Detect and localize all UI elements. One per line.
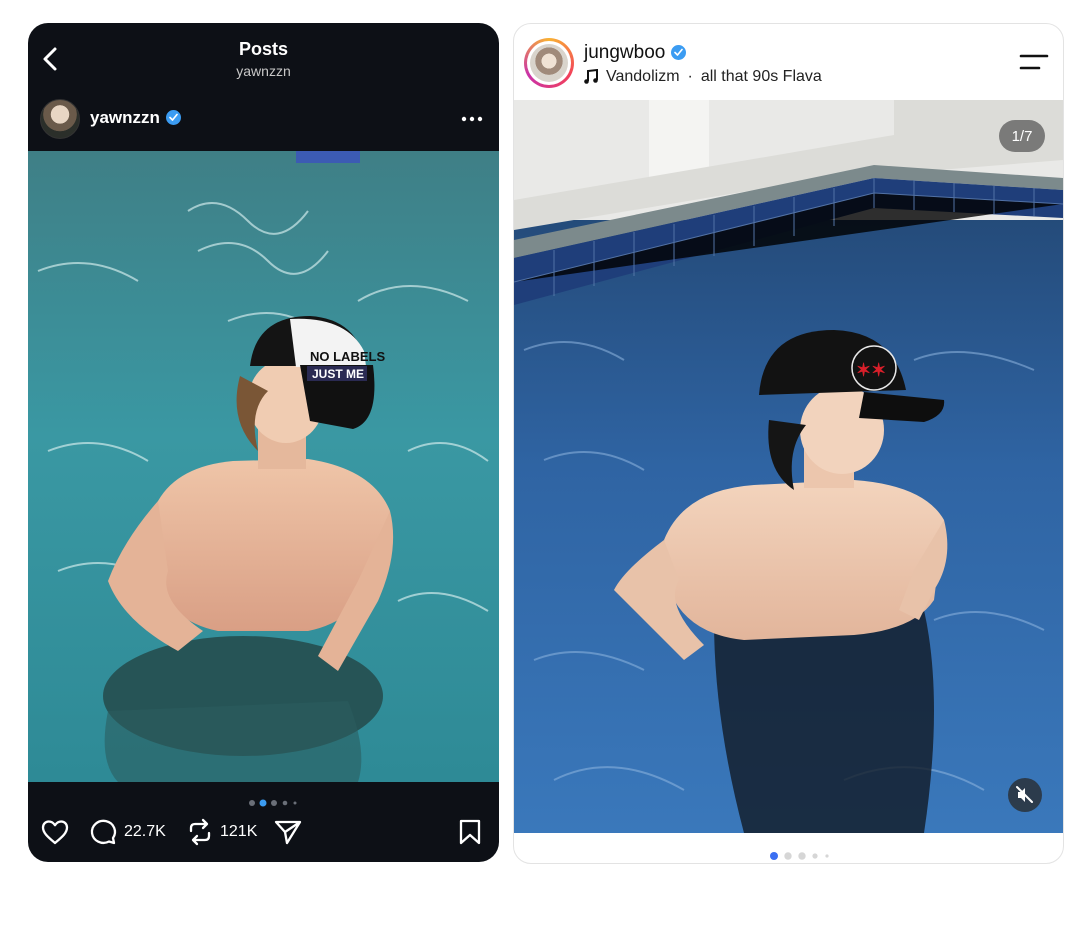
left-post-card: Posts yawnzzn yawnzzn NO LABELS JUST ME … bbox=[28, 23, 499, 862]
post-actions: 22.7K 121K bbox=[28, 815, 499, 849]
carousel-dot bbox=[770, 852, 778, 860]
carousel-dot bbox=[293, 801, 297, 805]
carousel-dot bbox=[812, 853, 818, 859]
carousel-dot bbox=[825, 854, 829, 858]
left-post-header: Posts yawnzzn bbox=[28, 23, 499, 85]
carousel-indicator bbox=[514, 848, 1063, 860]
pool-photo-illustration: ✶✶ bbox=[514, 100, 1063, 833]
heart-icon bbox=[41, 820, 69, 845]
cap-text-line2: JUST ME bbox=[312, 367, 364, 381]
bookmark-button[interactable] bbox=[458, 818, 482, 846]
share-button[interactable] bbox=[273, 818, 303, 846]
song-title: all that 90s Flava bbox=[700, 68, 822, 85]
menu-lines-icon bbox=[1019, 54, 1049, 70]
music-note-icon bbox=[584, 69, 598, 84]
comment-icon bbox=[90, 819, 117, 845]
menu-button[interactable] bbox=[1019, 52, 1049, 72]
mute-button[interactable] bbox=[1008, 778, 1042, 812]
carousel-dot bbox=[249, 800, 255, 806]
speaker-muted-icon bbox=[1016, 786, 1033, 803]
username-link[interactable]: yawnzzn bbox=[90, 108, 181, 128]
more-dots-icon bbox=[461, 116, 483, 122]
right-post-header: jungwboo Vandolizm · all that 90s Flava bbox=[514, 24, 1063, 100]
post-photo[interactable]: NO LABELS JUST ME bbox=[28, 151, 499, 782]
reposts-count: 121K bbox=[220, 823, 258, 840]
carousel-dot bbox=[784, 852, 792, 860]
repost-icon bbox=[189, 818, 211, 846]
bookmark-icon bbox=[459, 819, 481, 845]
like-button[interactable] bbox=[40, 818, 70, 846]
carousel-dot bbox=[259, 799, 267, 807]
verified-badge-icon bbox=[671, 45, 687, 60]
username-text: jungwboo bbox=[584, 42, 666, 63]
username-text: yawnzzn bbox=[90, 108, 160, 127]
pool-photo-illustration: NO LABELS JUST ME bbox=[28, 151, 499, 782]
music-info[interactable]: Vandolizm · all that 90s Flava bbox=[584, 68, 822, 86]
comment-button[interactable]: 22.7K bbox=[88, 818, 166, 846]
page-subtitle: yawnzzn bbox=[236, 63, 291, 79]
cap-logo-icon: ✶✶ bbox=[856, 360, 886, 380]
page-title: Posts bbox=[238, 39, 289, 59]
carousel-dot bbox=[282, 800, 288, 806]
username-link[interactable]: jungwboo bbox=[584, 42, 687, 64]
avatar bbox=[530, 44, 568, 82]
song-artist: Vandolizm bbox=[606, 68, 680, 85]
post-photo[interactable]: ✶✶ bbox=[514, 100, 1063, 833]
carousel-dot bbox=[798, 852, 806, 860]
repost-button[interactable]: 121K bbox=[186, 818, 257, 846]
carousel-indicator bbox=[28, 795, 499, 807]
cap-text-line1: NO LABELS bbox=[310, 349, 385, 364]
send-icon bbox=[274, 820, 302, 845]
avatar[interactable] bbox=[40, 99, 80, 139]
right-post-card: jungwboo Vandolizm · all that 90s Flava bbox=[513, 23, 1064, 864]
carousel-counter: 1/7 bbox=[999, 120, 1045, 152]
comments-count: 22.7K bbox=[124, 823, 166, 840]
more-options-button[interactable] bbox=[457, 109, 487, 129]
carousel-dot bbox=[271, 800, 277, 806]
post-author-row: yawnzzn bbox=[28, 97, 499, 141]
song-separator: · bbox=[687, 68, 693, 85]
verified-badge-icon bbox=[165, 110, 181, 125]
avatar-story-ring[interactable] bbox=[524, 38, 574, 88]
